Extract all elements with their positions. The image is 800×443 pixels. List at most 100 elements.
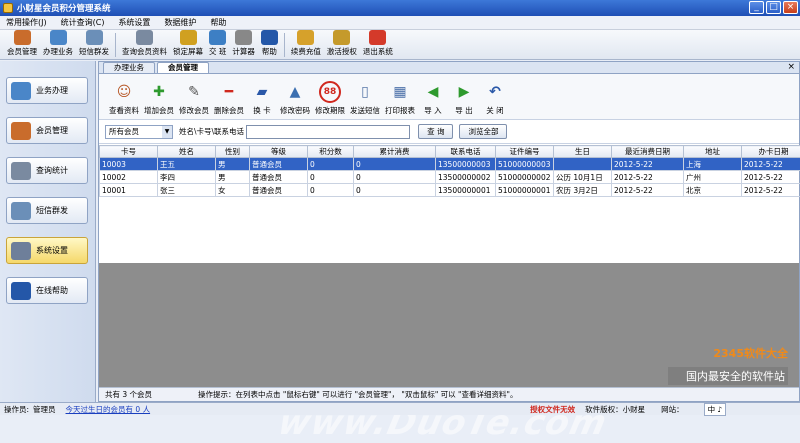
sidebar-item-3[interactable]: 短信群发 bbox=[6, 197, 88, 224]
folder-icon: ▰ bbox=[251, 81, 273, 103]
member-tool-9[interactable]: ◀导 入 bbox=[418, 81, 448, 119]
column-header[interactable]: 联系电话 bbox=[436, 146, 496, 158]
column-header[interactable]: 生日 bbox=[554, 146, 612, 158]
toolbar-button-2[interactable]: 短信群发 bbox=[76, 30, 112, 59]
table-cell: 普通会员 bbox=[250, 184, 308, 197]
toolbar-button-0[interactable]: 会员管理 bbox=[4, 30, 40, 59]
toolbar-button-8[interactable]: 续费充值 bbox=[288, 30, 324, 59]
table-cell: 13500000002 bbox=[436, 171, 496, 184]
tab-business[interactable]: 办理业务 bbox=[103, 62, 155, 73]
copyright-text: 软件版权：小财星 bbox=[585, 404, 645, 415]
table-cell: 2012-5-22 bbox=[742, 171, 800, 184]
toolbar-button-6[interactable]: 计算器 bbox=[229, 30, 258, 59]
search-row: 所有会员 ▼ 姓名\卡号\联系电话 查 询 浏览全部 bbox=[99, 120, 799, 144]
sidebar-item-0[interactable]: 业务办理 bbox=[6, 77, 88, 104]
table-body: 10003王五男普通会员0013500000003510000000032012… bbox=[100, 158, 800, 197]
lock-icon bbox=[180, 30, 197, 45]
table-icon: ▦ bbox=[389, 81, 411, 103]
member-tool-0[interactable]: ☺查看资料 bbox=[107, 81, 141, 119]
menu-common-ops[interactable]: 常用操作(J) bbox=[6, 17, 47, 28]
maximize-button[interactable]: □ bbox=[766, 1, 781, 14]
toolbar-button-3[interactable]: 查询会员资料 bbox=[119, 30, 170, 59]
column-header[interactable]: 姓名 bbox=[158, 146, 216, 158]
menu-settings[interactable]: 系统设置 bbox=[118, 17, 150, 28]
member-tool-8[interactable]: ▦ 打印报表 bbox=[383, 81, 417, 119]
member-tool-label: 导 出 bbox=[455, 105, 472, 116]
column-header[interactable]: 地址 bbox=[684, 146, 742, 158]
member-tool-7[interactable]: ▯ 发送短信 bbox=[348, 81, 382, 119]
table-header: 卡号姓名性别等级积分数累计消费联系电话证件编号生日最近消费日期地址办卡日期 bbox=[100, 146, 800, 158]
menu-data[interactable]: 数据维护 bbox=[164, 17, 196, 28]
birthday-link[interactable]: 今天过生日的会员有 0 人 bbox=[66, 404, 151, 415]
query-button[interactable]: 查 询 bbox=[418, 124, 453, 139]
user-card-icon: ☺ bbox=[113, 81, 135, 103]
menu-help[interactable]: 帮助 bbox=[210, 17, 226, 28]
column-header[interactable]: 积分数 bbox=[308, 146, 354, 158]
sidebar: 业务办理会员管理查询统计短信群发系统设置在线帮助 bbox=[0, 61, 96, 402]
member-tool-label: 修改会员 bbox=[179, 105, 209, 116]
table-cell: 10003 bbox=[100, 158, 158, 171]
table-row[interactable]: 10002李四男普通会员001350000000251000000002公历 1… bbox=[100, 171, 800, 184]
table-cell: 51000000003 bbox=[496, 158, 554, 171]
member-tool-2[interactable]: ✎修改会员 bbox=[177, 81, 211, 119]
sidebar-item-5[interactable]: 在线帮助 bbox=[6, 277, 88, 304]
column-header[interactable]: 卡号 bbox=[100, 146, 158, 158]
member-tool-1[interactable]: ✚增加会员 bbox=[142, 81, 176, 119]
member-tool-4[interactable]: ▰换 卡 bbox=[247, 81, 277, 119]
table-cell: 上海 bbox=[684, 158, 742, 171]
toolbar-button-9[interactable]: 激活授权 bbox=[324, 30, 360, 59]
toolbar-button-1[interactable]: 办理业务 bbox=[40, 30, 76, 59]
column-header[interactable]: 证件编号 bbox=[496, 146, 554, 158]
toolbar-button-label: 短信群发 bbox=[79, 46, 109, 57]
menu-stats[interactable]: 统计查询(C) bbox=[61, 17, 105, 28]
sidebar-item-1[interactable]: 会员管理 bbox=[6, 117, 88, 144]
tab-close-icon[interactable]: × bbox=[787, 62, 795, 73]
table-cell: 13500000003 bbox=[436, 158, 496, 171]
member-filter-select[interactable]: 所有会员 ▼ bbox=[105, 125, 173, 139]
table-cell: 0 bbox=[354, 184, 436, 197]
toolbar-button-5[interactable]: 交 班 bbox=[206, 30, 229, 59]
arrow-right-icon: ▶ bbox=[453, 81, 475, 103]
logo-subtitle: 国内最安全的软件站 bbox=[668, 367, 788, 385]
toolbar-button-label: 交 班 bbox=[209, 46, 226, 57]
toolbar-button-label: 计算器 bbox=[232, 46, 255, 57]
close-button[interactable]: × bbox=[783, 1, 798, 14]
minimize-button[interactable]: _ bbox=[749, 1, 764, 14]
toolbar-button-10[interactable]: 退出系统 bbox=[360, 30, 396, 59]
member-tool-label: 发送短信 bbox=[350, 105, 380, 116]
toolbar-button-4[interactable]: 锁定屏幕 bbox=[170, 30, 206, 59]
member-tool-label: 关 闭 bbox=[486, 105, 503, 116]
column-header[interactable]: 等级 bbox=[250, 146, 308, 158]
table-cell: 0 bbox=[308, 158, 354, 171]
sidebar-item-label: 业务办理 bbox=[36, 85, 68, 96]
table-row[interactable]: 10001张三女普通会员001350000000151000000001农历 3… bbox=[100, 184, 800, 197]
website-label: 网站： bbox=[661, 404, 684, 415]
tab-member-management[interactable]: 会员管理 bbox=[157, 62, 209, 73]
column-header[interactable]: 性别 bbox=[216, 146, 250, 158]
column-header[interactable]: 办卡日期 bbox=[742, 146, 800, 158]
column-header[interactable]: 最近消费日期 bbox=[612, 146, 684, 158]
browse-all-button[interactable]: 浏览全部 bbox=[459, 124, 507, 139]
ime-indicator[interactable]: 中 ♪ bbox=[704, 403, 727, 416]
member-tool-11[interactable]: ↶关 闭 bbox=[480, 81, 510, 119]
column-header[interactable]: 累计消费 bbox=[354, 146, 436, 158]
member-tool-5[interactable]: ▲修改密码 bbox=[278, 81, 312, 119]
sidebar-item-4[interactable]: 系统设置 bbox=[6, 237, 88, 264]
search-icon bbox=[136, 30, 153, 45]
sidebar-item-2[interactable]: 查询统计 bbox=[6, 157, 88, 184]
member-tool-3[interactable]: ━删除会员 bbox=[212, 81, 246, 119]
settings-icon bbox=[11, 242, 31, 260]
member-tool-10[interactable]: ▶ 导 出 bbox=[449, 81, 479, 119]
sidebar-item-label: 会员管理 bbox=[36, 125, 68, 136]
search-input[interactable] bbox=[246, 125, 410, 139]
recharge-icon bbox=[297, 30, 314, 45]
table-cell: 农历 3月2日 bbox=[554, 184, 612, 197]
member-tool-label: 打印报表 bbox=[385, 105, 415, 116]
table-row[interactable]: 10003王五男普通会员0013500000003510000000032012… bbox=[100, 158, 800, 171]
table-cell: 51000000001 bbox=[496, 184, 554, 197]
phone-icon: ▯ bbox=[354, 81, 376, 103]
exit-icon bbox=[369, 30, 386, 45]
member-tool-6[interactable]: 88修改期限 bbox=[313, 81, 347, 119]
member-tool-label: 修改密码 bbox=[280, 105, 310, 116]
toolbar-button-7[interactable]: 帮助 bbox=[258, 30, 281, 59]
